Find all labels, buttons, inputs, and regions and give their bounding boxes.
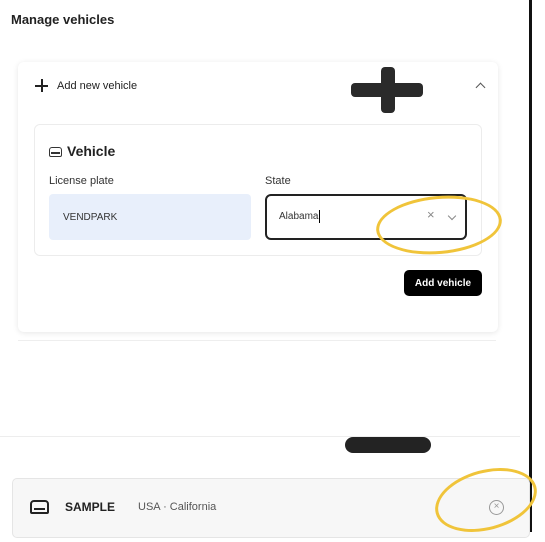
state-label: State — [265, 175, 291, 187]
annotation-plus-icon — [351, 67, 423, 113]
sheet-divider — [0, 436, 520, 437]
add-vehicle-header[interactable]: Add new vehicle — [18, 62, 498, 114]
car-icon — [30, 500, 49, 514]
state-select-value: Alabama — [279, 210, 321, 223]
car-icon — [49, 147, 62, 157]
add-vehicle-label: Add new vehicle — [57, 80, 138, 92]
vehicle-name: SAMPLE — [65, 500, 116, 514]
drag-handle[interactable] — [345, 437, 431, 453]
form-title: Vehicle — [49, 143, 115, 159]
window-edge — [529, 0, 532, 532]
vehicle-location: USA · California — [138, 501, 217, 513]
license-plate-input[interactable] — [49, 194, 251, 240]
license-plate-label: License plate — [49, 175, 114, 187]
add-vehicle-button[interactable]: Add vehicle — [404, 270, 482, 296]
form-title-text: Vehicle — [67, 143, 116, 159]
page-title: Manage vehicles — [11, 12, 115, 27]
plus-icon — [35, 79, 48, 92]
divider — [18, 340, 496, 341]
chevron-up-icon[interactable] — [475, 82, 486, 93]
